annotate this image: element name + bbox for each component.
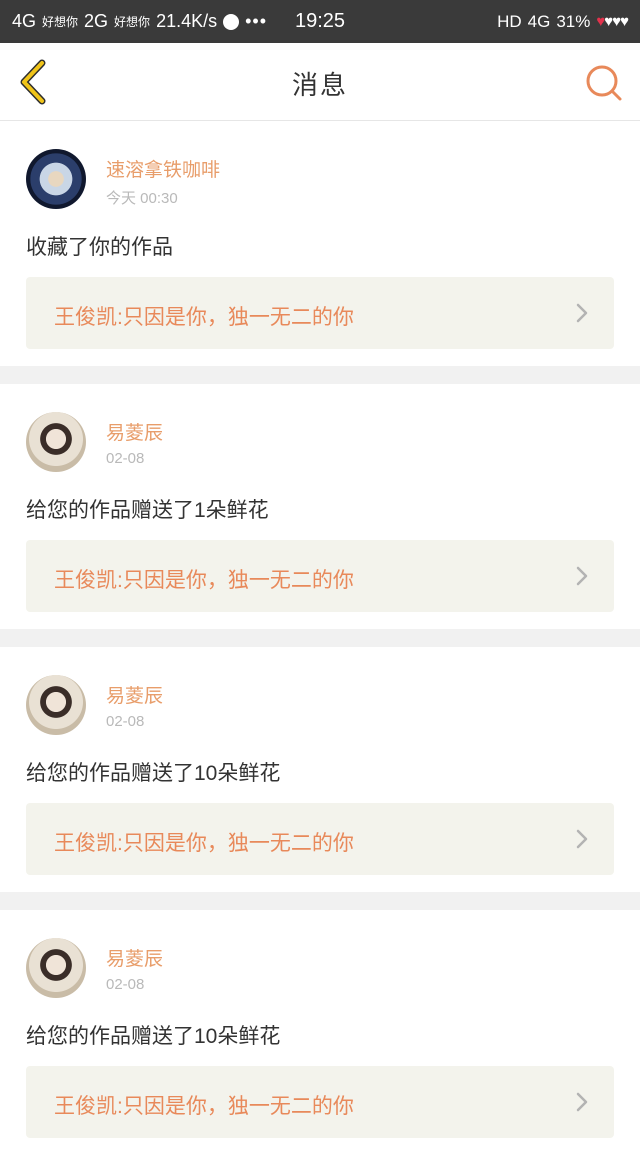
avatar[interactable] <box>26 412 86 472</box>
avatar[interactable] <box>26 675 86 735</box>
username[interactable]: 易菱辰 <box>106 681 163 708</box>
work-title: 王俊凯:只因是你，独一无二的你 <box>54 1095 354 1118</box>
battery-percent: 31% <box>556 11 591 31</box>
status-left: 4G 好想你 2G 好想你 21.4K/s ••• <box>12 11 267 32</box>
search-icon <box>586 65 622 101</box>
work-title: 王俊凯:只因是你，独一无二的你 <box>54 832 354 855</box>
avatar[interactable] <box>26 149 86 209</box>
username[interactable]: 速溶拿铁咖啡 <box>106 155 220 182</box>
chevron-right-icon <box>576 303 588 323</box>
chevron-right-icon <box>576 829 588 849</box>
message-text: 收藏了你的作品 <box>26 236 173 259</box>
divider <box>0 366 640 384</box>
message-item: 易菱辰 02-08 给您的作品赠送了10朵鲜花 王俊凯:只因是你，独一无二的你 <box>0 910 640 1155</box>
network-speed: 21.4K/s <box>156 11 218 31</box>
work-title: 王俊凯:只因是你，独一无二的你 <box>54 306 354 329</box>
message-time: 02-08 <box>106 450 145 467</box>
avatar[interactable] <box>26 938 86 998</box>
message-time: 02-08 <box>106 713 145 730</box>
work-link[interactable]: 王俊凯:只因是你，独一无二的你 <box>26 803 614 875</box>
message-item: 易菱辰 02-08 给您的作品赠送了10朵鲜花 王俊凯:只因是你，独一无二的你 <box>0 647 640 892</box>
network-1: 4G <box>12 11 37 31</box>
message-text: 给您的作品赠送了10朵鲜花 <box>26 1025 281 1048</box>
chevron-right-icon <box>576 566 588 586</box>
message-item: 速溶拿铁咖啡 今天 00:30 收藏了你的作品 王俊凯:只因是你，独一无二的你 <box>0 121 640 366</box>
username[interactable]: 易菱辰 <box>106 944 163 971</box>
battery-hearts-icon: ♥♥♥♥ <box>596 13 629 30</box>
hd-indicator: HD <box>497 11 522 31</box>
chevron-right-icon <box>576 1092 588 1112</box>
status-bar: 4G 好想你 2G 好想你 21.4K/s ••• 19:25 HD 4G 31… <box>0 0 640 43</box>
title-bar: 消息 <box>0 43 640 121</box>
work-link[interactable]: 王俊凯:只因是你，独一无二的你 <box>26 540 614 612</box>
work-title: 王俊凯:只因是你，独一无二的你 <box>54 569 354 592</box>
message-time: 今天 00:30 <box>106 190 178 207</box>
message-text: 给您的作品赠送了1朵鲜花 <box>26 499 269 522</box>
message-text: 给您的作品赠送了10朵鲜花 <box>26 762 281 785</box>
app-notification-icon <box>223 13 240 30</box>
status-right: HD 4G 31% ♥♥♥♥ <box>497 11 629 32</box>
message-item: 易菱辰 02-08 给您的作品赠送了1朵鲜花 王俊凯:只因是你，独一无二的你 <box>0 384 640 629</box>
divider <box>0 892 640 910</box>
search-button[interactable] <box>584 63 624 103</box>
carrier-1: 好想你 <box>42 15 79 29</box>
message-time: 02-08 <box>106 976 145 993</box>
divider <box>0 629 640 647</box>
carrier-2: 好想你 <box>114 15 151 29</box>
network-2: 2G <box>84 11 109 31</box>
more-notifications-icon: ••• <box>245 11 268 31</box>
work-link[interactable]: 王俊凯:只因是你，独一无二的你 <box>26 1066 614 1138</box>
network-3: 4G <box>527 11 551 31</box>
page-title: 消息 <box>291 70 348 100</box>
message-list: 速溶拿铁咖啡 今天 00:30 收藏了你的作品 王俊凯:只因是你，独一无二的你 … <box>0 121 640 1155</box>
work-link[interactable]: 王俊凯:只因是你，独一无二的你 <box>26 277 614 349</box>
username[interactable]: 易菱辰 <box>106 418 163 445</box>
